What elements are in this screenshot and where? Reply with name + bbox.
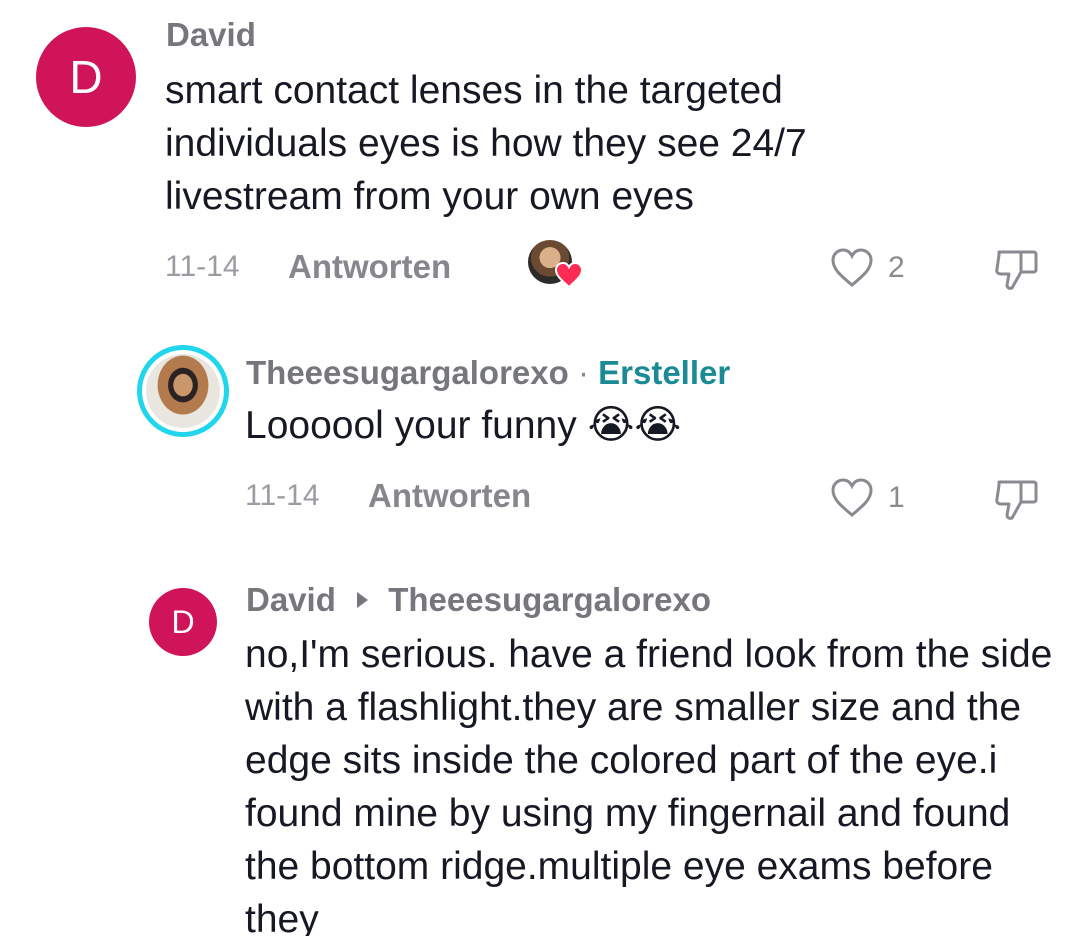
creator-liked-heart-icon <box>555 262 583 288</box>
like-count: 1 <box>888 481 905 514</box>
reply-to-user[interactable]: Theeesugargalorexo <box>388 581 711 618</box>
avatar-letter: D <box>171 603 195 640</box>
creator-avatar[interactable] <box>137 345 229 437</box>
comment-text: Loooool your funny <box>245 404 577 447</box>
separator-dot: · <box>577 354 589 391</box>
like-button[interactable]: 1 <box>830 476 912 520</box>
heart-outline-icon <box>831 478 873 517</box>
avatar-letter: D <box>69 51 103 103</box>
heart-outline-icon <box>831 248 873 287</box>
creator-badge: Ersteller <box>598 354 731 391</box>
comment-text: no,I'm serious. have a friend look from … <box>245 633 1053 936</box>
comment-author[interactable]: David <box>246 581 336 618</box>
reply-arrow-icon <box>357 592 369 609</box>
comment-author-line: David Theeesugargalorexo <box>246 581 711 619</box>
comment-text-line: Loooool your funny 😭😭 <box>245 399 681 452</box>
dislike-button[interactable] <box>994 476 1040 522</box>
comment-text: smart contact lenses in the targeted ind… <box>165 69 807 218</box>
dislike-button[interactable] <box>994 246 1040 292</box>
like-count: 2 <box>888 251 905 284</box>
comment-author[interactable]: David <box>166 16 256 54</box>
avatar[interactable]: D <box>36 27 136 127</box>
thumbs-down-icon <box>995 250 1038 290</box>
comment-author[interactable]: Theeesugargalorexo <box>246 354 569 391</box>
creator-liked-indicator <box>528 240 584 290</box>
avatar-photo <box>146 354 220 428</box>
comment-author-line: Theeesugargalorexo · Ersteller <box>246 354 730 392</box>
comment-date: 11-14 <box>245 479 320 512</box>
avatar-inner-ring <box>142 350 224 432</box>
thumbs-down-icon <box>995 480 1038 520</box>
like-button[interactable]: 2 <box>830 246 912 290</box>
avatar[interactable]: D <box>149 588 217 656</box>
comment-date: 11-14 <box>165 250 240 283</box>
reply-button[interactable]: Antworten <box>288 249 451 285</box>
reply-button[interactable]: Antworten <box>368 478 531 514</box>
crying-emoji: 😭😭 <box>587 402 682 448</box>
